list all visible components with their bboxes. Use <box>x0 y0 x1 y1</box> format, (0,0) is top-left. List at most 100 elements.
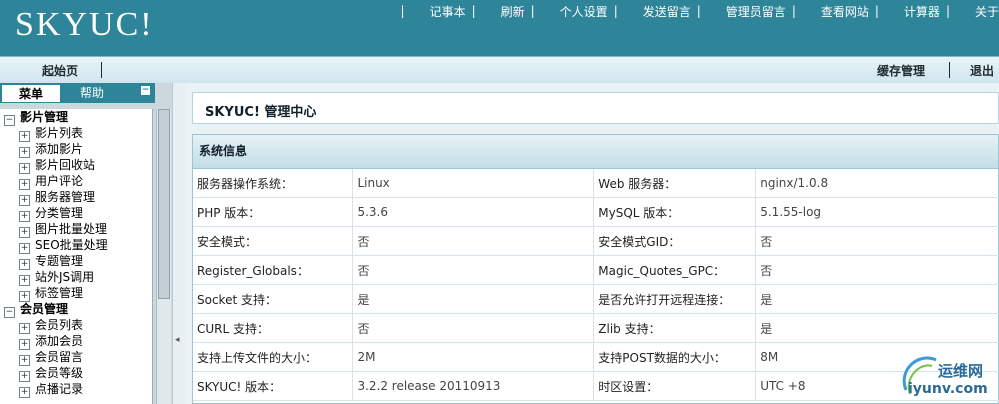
info-value: 否 <box>352 226 595 256</box>
system-info-table: 服务器操作系统： Linux Web 服务器： nginx/1.0.8 PHP 版本： 5… <box>193 169 999 401</box>
menu-item-label: 点播记录 <box>35 382 84 396</box>
info-value: 是 <box>755 313 999 343</box>
nav-separator: | <box>696 4 701 18</box>
menu-item-label: 添加影片 <box>35 142 84 156</box>
table-row: Socket 支持：是是否允许打开远程连接：是 <box>193 284 999 314</box>
info-label: 支持POST数据的大小： <box>593 342 757 372</box>
nav-separator: | <box>471 4 476 18</box>
menu-item[interactable]: + 影片列表 <box>0 125 152 142</box>
scrollbar-thumb[interactable] <box>158 109 170 299</box>
menu-item[interactable]: + 添加影片 <box>0 141 152 158</box>
panel-title: 系统信息 <box>193 135 998 169</box>
menu-item-label: 添加会员 <box>35 334 84 348</box>
sidebar-collapse-bar[interactable]: ◂ <box>172 83 186 404</box>
menu-item-label: 会员留言 <box>35 350 84 364</box>
main-content: SKYUC! 管理中心 系统信息 服务器操作系统： Linux Web 服务器： ng… <box>186 83 999 404</box>
info-label: 服务器操作系统： <box>193 169 354 198</box>
menu-item[interactable]: + 用户评论 <box>0 173 152 190</box>
menu-group-label: 影片管理 <box>20 110 69 124</box>
info-value: 是 <box>352 284 595 314</box>
table-row: 安全模式：否安全模式GID：否 <box>193 226 999 256</box>
page-title: SKYUC! 管理中心 <box>205 105 317 120</box>
table-row: PHP 版本： 5.3.6 MySQL 版本： 5.1.55-log <box>193 197 999 227</box>
divider <box>101 62 102 78</box>
nav-item[interactable]: 记事本 <box>411 4 466 20</box>
nav-item[interactable]: 发送留言 <box>624 4 691 20</box>
info-label: Magic_Quotes_GPC： <box>593 255 757 285</box>
logout-link[interactable]: 退出 <box>970 62 994 79</box>
table-row: 支持上传文件的大小： 2M 支持POST数据的大小： 8M <box>193 342 999 372</box>
table-row: 服务器操作系统： Linux Web 服务器： nginx/1.0.8 <box>193 169 999 198</box>
menu-item[interactable]: + 标签管理 <box>0 285 152 302</box>
menu-item-label: 用户评论 <box>35 174 84 188</box>
info-value: 2M <box>352 342 595 372</box>
nav-separator: | <box>400 4 405 18</box>
menu-tree: − 影片管理 + 影片列表 + 添加影片 + 影片回收站 + 用户评论 + 服务器管理 + 分类管理 + 图片… <box>0 109 153 404</box>
info-value: 否 <box>352 313 595 343</box>
tab-menu[interactable]: 菜单 <box>1 84 61 103</box>
tab-help[interactable]: 帮助 <box>62 84 122 103</box>
menu-group-label: 会员管理 <box>20 302 69 316</box>
nav-separator: | <box>945 4 950 18</box>
divider <box>949 62 950 78</box>
table-row: SKYUC! 版本： 3.2.2 release 20110913 时区设置： UTC… <box>193 371 999 401</box>
info-label: Register_Globals： <box>193 255 354 285</box>
logo: SKYUC! <box>15 6 154 43</box>
menu-item[interactable]: + SEO批量处理 <box>0 237 152 254</box>
menu-group[interactable]: − 会员管理 <box>0 301 152 318</box>
info-label: 时区设置： <box>593 371 757 401</box>
info-label: PHP 版本： <box>193 197 354 227</box>
menu-item-label: 影片列表 <box>35 126 84 140</box>
scrollbar[interactable] <box>156 109 171 404</box>
nav-item[interactable]: 刷新 <box>482 4 525 20</box>
nav-separator: | <box>874 4 879 18</box>
nav-separator: | <box>791 4 796 18</box>
menu-item[interactable]: + 图片批量处理 <box>0 221 152 238</box>
table-row: Register_Globals：否 Magic_Quotes_GPC：否 <box>193 255 999 285</box>
info-label: MySQL 版本： <box>593 197 757 227</box>
menu-item[interactable]: + 会员列表 <box>0 317 152 334</box>
info-value: 5.3.6 <box>352 197 595 227</box>
collapse-arrow-icon[interactable]: ◂ <box>175 335 180 345</box>
menu-item-label: 影片回收站 <box>35 158 96 172</box>
menu-item[interactable]: + 服务器管理 <box>0 189 152 206</box>
menu-item[interactable]: + 会员等级 <box>0 365 152 382</box>
menu-item-label: SEO批量处理 <box>35 238 108 252</box>
menu-item-label: 图片批量处理 <box>35 222 108 236</box>
menu-item[interactable]: + 会员留言 <box>0 349 152 366</box>
collapse-all-icon[interactable]: − <box>141 86 150 95</box>
menu-item-label: 站外JS调用 <box>35 270 95 284</box>
nav-item[interactable]: 管理员留言 <box>707 4 786 20</box>
nav-item[interactable]: 查看网站 <box>802 4 869 20</box>
sub-nav-bar: 起始页 缓存管理 退出 <box>0 56 999 84</box>
menu-item[interactable]: + 分类管理 <box>0 205 152 222</box>
top-nav: | 记事本 | 刷新 | 个人设置 | 发送留言 | 管理员留言 | 查看网站 | 计算器 | 关于 <box>395 4 999 20</box>
info-label: CURL 支持： <box>193 313 354 343</box>
collapse-icon[interactable]: − <box>4 115 15 126</box>
nav-item[interactable]: 个人设置 <box>541 4 608 20</box>
cache-management-link[interactable]: 缓存管理 <box>877 62 925 79</box>
menu-item-label: 专题管理 <box>35 254 84 268</box>
menu-item[interactable]: + 影片回收站 <box>0 157 152 174</box>
info-value: 3.2.2 release 20110913 <box>352 371 595 401</box>
menu-item[interactable]: + 专题管理 <box>0 253 152 270</box>
menu-item-label: 分类管理 <box>35 206 84 220</box>
info-label: Socket 支持： <box>193 284 354 314</box>
menu-item[interactable]: + 添加会员 <box>0 333 152 350</box>
home-link[interactable]: 起始页 <box>42 62 78 79</box>
nav-item[interactable]: 计算器 <box>885 4 940 20</box>
menu-item-label: 会员等级 <box>35 366 84 380</box>
info-label: 安全模式： <box>193 226 354 256</box>
info-label: SKYUC! 版本： <box>193 371 354 401</box>
system-info-panel: 系统信息 服务器操作系统： Linux Web 服务器： nginx/1.0.8 PHP… <box>192 134 999 404</box>
info-label: Zlib 支持： <box>593 313 757 343</box>
info-label: 是否允许打开远程连接： <box>593 284 757 314</box>
menu-item-label: 会员列表 <box>35 318 84 332</box>
menu-item[interactable]: + 站外JS调用 <box>0 269 152 286</box>
collapse-icon[interactable]: − <box>4 307 15 318</box>
info-value: 否 <box>755 226 999 256</box>
menu-group[interactable]: − 影片管理 <box>0 109 152 126</box>
menu-item[interactable]: + 点播记录 <box>0 381 152 398</box>
watermark-url: iyunv.com <box>908 381 988 397</box>
nav-item[interactable]: 关于 <box>956 4 999 20</box>
